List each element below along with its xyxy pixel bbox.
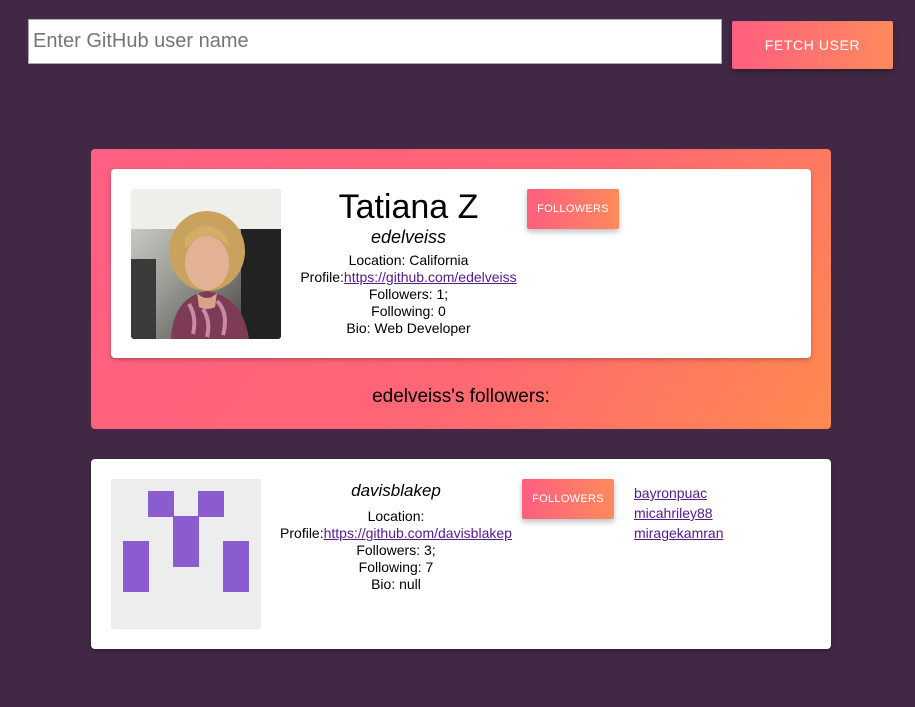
followers-heading: edelveiss's followers: xyxy=(372,386,550,407)
follower-link[interactable]: micahriley88 xyxy=(634,503,723,523)
user-location: Location: California xyxy=(348,252,469,268)
user-following-count: Following: 0 xyxy=(371,303,446,319)
identicon-cell xyxy=(198,491,224,517)
follower-link[interactable]: miragekamran xyxy=(634,523,723,543)
user-profile-row: Profile:https://github.com/edelveiss xyxy=(296,269,521,286)
user-bio: Bio: Web Developer xyxy=(346,320,471,336)
identicon-cell xyxy=(173,516,199,567)
identicon-cell xyxy=(123,541,149,592)
follower-identicon-avatar xyxy=(111,479,261,629)
user-info: Tatiana Z edelveiss Location: California… xyxy=(296,187,521,337)
user-card: Tatiana Z edelveiss Location: California… xyxy=(111,169,811,358)
follower-followers-count: Followers: 3; xyxy=(356,542,436,558)
user-panel: Tatiana Z edelveiss Location: California… xyxy=(91,149,831,429)
follower-login: davisblakep xyxy=(351,481,441,500)
follower-profile-link[interactable]: https://github.com/davisblakep xyxy=(324,525,512,541)
follower-followers-list: bayronpuac micahriley88 miragekamran xyxy=(634,483,723,543)
identicon-cell xyxy=(148,491,174,517)
user-avatar xyxy=(131,189,281,339)
fetch-user-button[interactable]: FETCH USER xyxy=(732,21,893,69)
user-full-name: Tatiana Z xyxy=(338,188,479,226)
follower-profile-row: Profile:https://github.com/davisblakep xyxy=(276,525,516,542)
user-followers-count: Followers: 1; xyxy=(368,286,449,302)
username-search-input[interactable] xyxy=(28,19,722,64)
user-followers-button[interactable]: FOLLOWERS xyxy=(527,189,619,229)
user-login: edelveiss xyxy=(370,227,447,247)
identicon-cell xyxy=(223,541,249,592)
follower-bio: Bio: null xyxy=(371,576,421,592)
follower-card: davisblakep Location: Profile:https://gi… xyxy=(91,459,831,649)
user-avatar-photo-icon xyxy=(131,189,281,339)
profile-label: Profile: xyxy=(280,525,324,541)
user-profile-link[interactable]: https://github.com/edelveiss xyxy=(344,269,517,285)
follower-location: Location: xyxy=(367,508,425,524)
follower-link[interactable]: bayronpuac xyxy=(634,483,723,503)
follower-followers-button[interactable]: FOLLOWERS xyxy=(522,479,614,519)
follower-info: davisblakep Location: Profile:https://gi… xyxy=(276,481,516,593)
follower-following-count: Following: 7 xyxy=(358,559,434,575)
profile-label: Profile: xyxy=(300,269,344,285)
